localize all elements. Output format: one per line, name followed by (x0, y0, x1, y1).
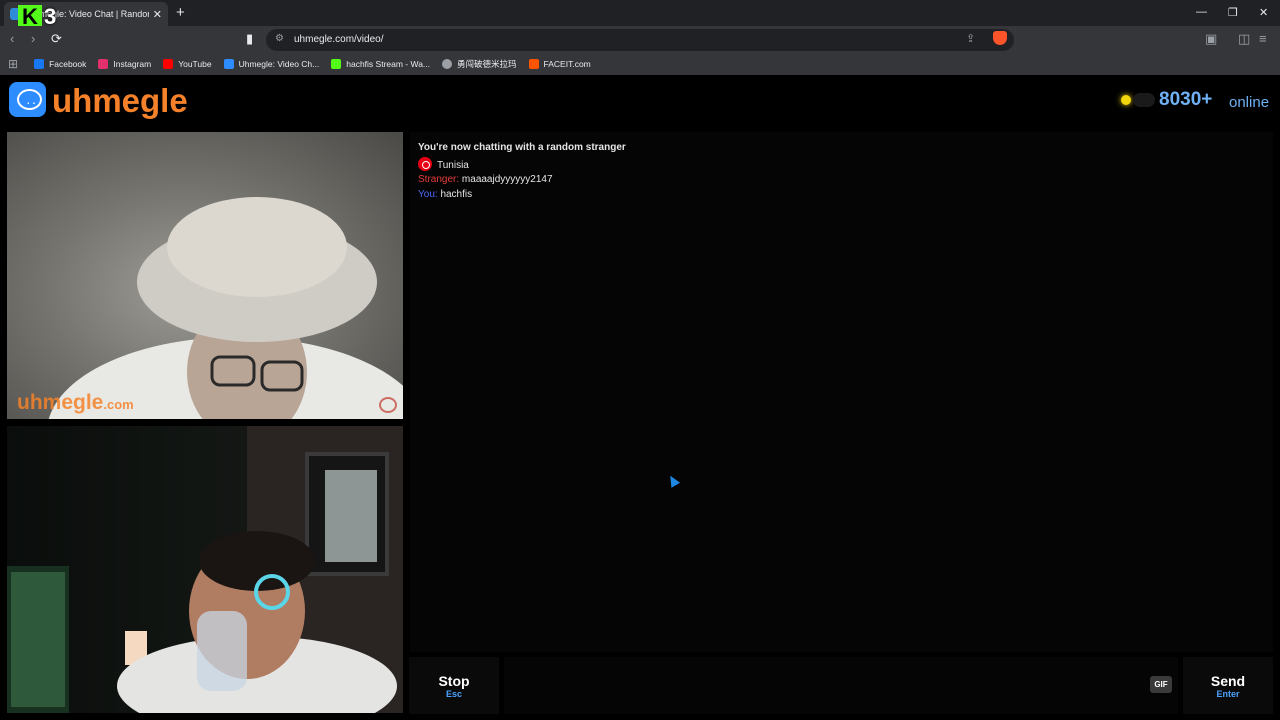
close-tab-icon[interactable]: ✕ (153, 8, 162, 21)
toolbar: ‹ › ⟳ ▮ ⚙ uhmegle.com/video/ ⇪ ▣ ◫ ≡ (0, 26, 1280, 53)
chat-log: You're now chatting with a random strang… (410, 132, 1273, 652)
bookmark-instagram[interactable]: Instagram (98, 59, 151, 69)
bookmark-facebook[interactable]: Facebook (34, 59, 86, 69)
site-header: ··· uhmegle (0, 76, 1280, 128)
tab-search-icon[interactable]: ▣ (1205, 31, 1217, 47)
bookmark-kick-stream[interactable]: hachfis Stream - Wa... (331, 59, 430, 69)
online-count: 8030+ (1159, 89, 1213, 110)
browser-tabstrip: Uhmegle: Video Chat | Random ✕ K 3 + — ❐… (0, 0, 1280, 29)
site-info-icon[interactable]: ⚙ (275, 33, 284, 44)
report-icon[interactable] (379, 397, 397, 413)
send-hint: Enter (1216, 689, 1240, 699)
theme-toggle[interactable] (1133, 93, 1155, 107)
facebook-icon (34, 59, 45, 69)
restore-icon[interactable]: ❐ (1228, 6, 1238, 19)
forward-icon[interactable]: › (31, 31, 35, 46)
youtube-icon (163, 59, 174, 69)
chat-message: You: hachfis (418, 189, 472, 200)
close-window-icon[interactable]: ✕ (1259, 6, 1268, 19)
sidebar-icon[interactable]: ◫ (1238, 31, 1250, 47)
share-icon[interactable]: ⇪ (966, 32, 975, 45)
kick-icon (331, 59, 342, 69)
send-label: Send (1210, 673, 1246, 689)
globe-icon (442, 59, 453, 69)
site-logo[interactable]: uhmegle (52, 82, 188, 120)
online-label: online (1229, 94, 1270, 111)
address-bar[interactable]: ⚙ uhmegle.com/video/ ⇪ (266, 29, 1014, 51)
url-text: uhmegle.com/video/ (294, 34, 384, 45)
self-video (7, 426, 403, 713)
new-tab-button[interactable]: + (176, 4, 185, 22)
instagram-icon (98, 59, 109, 69)
menu-icon[interactable]: ≡ (1259, 31, 1267, 46)
uhmegle-icon (223, 59, 234, 69)
bookmark-uhmegle[interactable]: Uhmegle: Video Ch... (223, 59, 319, 69)
stop-button[interactable]: Stop Esc (409, 657, 499, 714)
stranger-video-frame (48, 197, 403, 419)
chat-message: Stranger: maaaajdyyyyyy2147 (418, 174, 553, 185)
bookmark-chinese-site[interactable]: 勇闯破德米拉玛 (442, 58, 517, 70)
stranger-country: Tunisia (418, 157, 469, 171)
message-input[interactable] (504, 657, 1178, 714)
bookmark-faceit[interactable]: FACEIT.com (528, 59, 591, 69)
stop-hint: Esc (445, 689, 462, 699)
self-video-frame (7, 426, 403, 713)
bookmarks-bar: ⊞ Facebook Instagram YouTube Uhmegle: Vi… (0, 53, 1280, 75)
chat-status: You're now chatting with a random strang… (418, 142, 626, 153)
bookmark-youtube[interactable]: YouTube (163, 59, 212, 69)
message-text: maaaajdyyyyyy2147 (461, 174, 553, 185)
stop-label: Stop (438, 673, 470, 689)
bookmark-page-icon[interactable]: ▮ (246, 31, 253, 47)
apps-grid-icon[interactable]: ⊞ (8, 57, 18, 71)
chat-bubble-logo-icon[interactable]: ··· (9, 82, 46, 117)
reload-icon[interactable]: ⟳ (51, 31, 62, 47)
message-text: hachfis (440, 189, 473, 200)
video-watermark: uhmegle.com (17, 391, 134, 414)
stranger-video: uhmegle.com (7, 132, 403, 419)
back-icon[interactable]: ‹ (10, 31, 14, 46)
message-sender: Stranger: (418, 174, 460, 185)
faceit-icon (528, 59, 539, 69)
gif-button[interactable]: GIF (1150, 676, 1172, 693)
brave-shield-icon[interactable] (993, 31, 1007, 45)
online-indicator-icon (1121, 95, 1131, 105)
send-button[interactable]: Send Enter (1183, 657, 1273, 714)
minimize-icon[interactable]: — (1196, 6, 1207, 18)
message-sender: You: (418, 189, 438, 200)
tunisia-flag-icon (418, 157, 432, 171)
